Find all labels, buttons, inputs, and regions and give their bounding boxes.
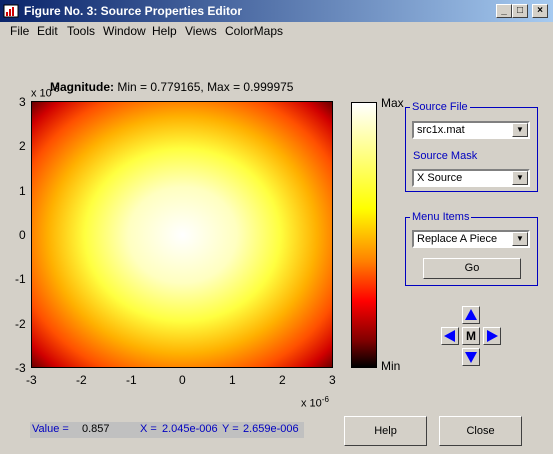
y-tick: 0: [19, 228, 26, 242]
source-mask-value: X Source: [417, 172, 463, 184]
menu-bar: File Edit Tools Window Help Views ColorM…: [0, 22, 553, 40]
menu-items-select[interactable]: Replace A Piece ▼: [412, 230, 530, 248]
plot-title-bold: Magnitude:: [50, 80, 114, 94]
chevron-down-icon: ▼: [512, 232, 528, 246]
menu-items-label: Menu Items: [410, 211, 472, 223]
plot-title: Magnitude: Min = 0.779165, Max = 0.99997…: [50, 80, 293, 94]
window-title: Figure No. 3: Source Properties Editor: [24, 4, 243, 18]
y-exponent-base: x 10: [31, 87, 52, 100]
close-window-button[interactable]: ×: [532, 4, 548, 18]
y-tick: 1: [19, 184, 26, 198]
x-tick: 0: [179, 373, 186, 387]
y-tick: -3: [15, 361, 26, 375]
move-down-button[interactable]: [462, 348, 480, 366]
go-button[interactable]: Go: [423, 258, 521, 279]
y-tick: -2: [15, 317, 26, 331]
value-label: Value =: [32, 423, 69, 435]
y-exponent: x 10-6: [31, 85, 59, 100]
y-tick: 2: [19, 139, 26, 153]
arrow-left-icon: [444, 330, 455, 342]
magnitude-heatmap[interactable]: [32, 102, 333, 368]
x-exponent: x 10-6: [301, 395, 329, 410]
colorbar: [351, 102, 377, 368]
menu-colormaps[interactable]: ColorMaps: [225, 24, 283, 38]
source-mask-label: Source Mask: [413, 150, 478, 162]
source-file-value: src1x.mat: [417, 124, 465, 136]
chevron-down-icon: ▼: [512, 123, 528, 137]
source-file-label: Source File: [410, 101, 470, 113]
colorbar-max-label: Max: [381, 96, 404, 110]
x-tick: -2: [76, 373, 87, 387]
x-tick: -1: [126, 373, 137, 387]
menu-tools[interactable]: Tools: [67, 24, 95, 38]
help-button[interactable]: Help: [344, 416, 427, 446]
x-tick: -3: [26, 373, 37, 387]
menu-items-value: Replace A Piece: [417, 233, 498, 245]
y-tick: -1: [15, 272, 26, 286]
move-right-button[interactable]: [483, 327, 501, 345]
maximize-button[interactable]: □: [512, 4, 528, 18]
title-bar[interactable]: Figure No. 3: Source Properties Editor _…: [0, 0, 553, 22]
menu-views[interactable]: Views: [185, 24, 217, 38]
y-readout: 2.659e-006: [243, 423, 299, 435]
menu-help[interactable]: Help: [152, 24, 177, 38]
x-label: X =: [140, 423, 157, 435]
arrow-up-icon: [465, 309, 477, 320]
x-exponent-base: x 10: [301, 397, 322, 410]
y-tick: 3: [19, 95, 26, 109]
chevron-down-icon: ▼: [512, 171, 528, 185]
colorbar-min-label: Min: [381, 359, 401, 373]
x-readout: 2.045e-006: [162, 423, 218, 435]
menu-file[interactable]: File: [10, 24, 29, 38]
y-exponent-power: -6: [51, 85, 59, 94]
x-exponent-power: -6: [321, 395, 329, 404]
matlab-figure-icon: [3, 4, 19, 18]
source-file-select[interactable]: src1x.mat ▼: [412, 121, 530, 139]
arrow-right-icon: [487, 330, 498, 342]
minimize-button[interactable]: _: [496, 4, 512, 18]
menu-window[interactable]: Window: [103, 24, 146, 38]
move-left-button[interactable]: [441, 327, 459, 345]
y-label: Y =: [222, 423, 239, 435]
arrow-down-icon: [465, 352, 477, 363]
plot-title-rest: Min = 0.779165, Max = 0.999975: [114, 80, 294, 94]
x-tick: 3: [329, 373, 336, 387]
status-readout: Value = 0.857 X = 2.045e-006 Y = 2.659e-…: [30, 422, 304, 438]
x-tick: 1: [229, 373, 236, 387]
x-tick: 2: [279, 373, 286, 387]
close-button[interactable]: Close: [439, 416, 522, 446]
value-readout: 0.857: [82, 423, 110, 435]
move-up-button[interactable]: [462, 306, 480, 324]
source-mask-select[interactable]: X Source ▼: [412, 169, 530, 187]
menu-edit[interactable]: Edit: [37, 24, 58, 38]
move-center-button[interactable]: M: [462, 327, 480, 345]
